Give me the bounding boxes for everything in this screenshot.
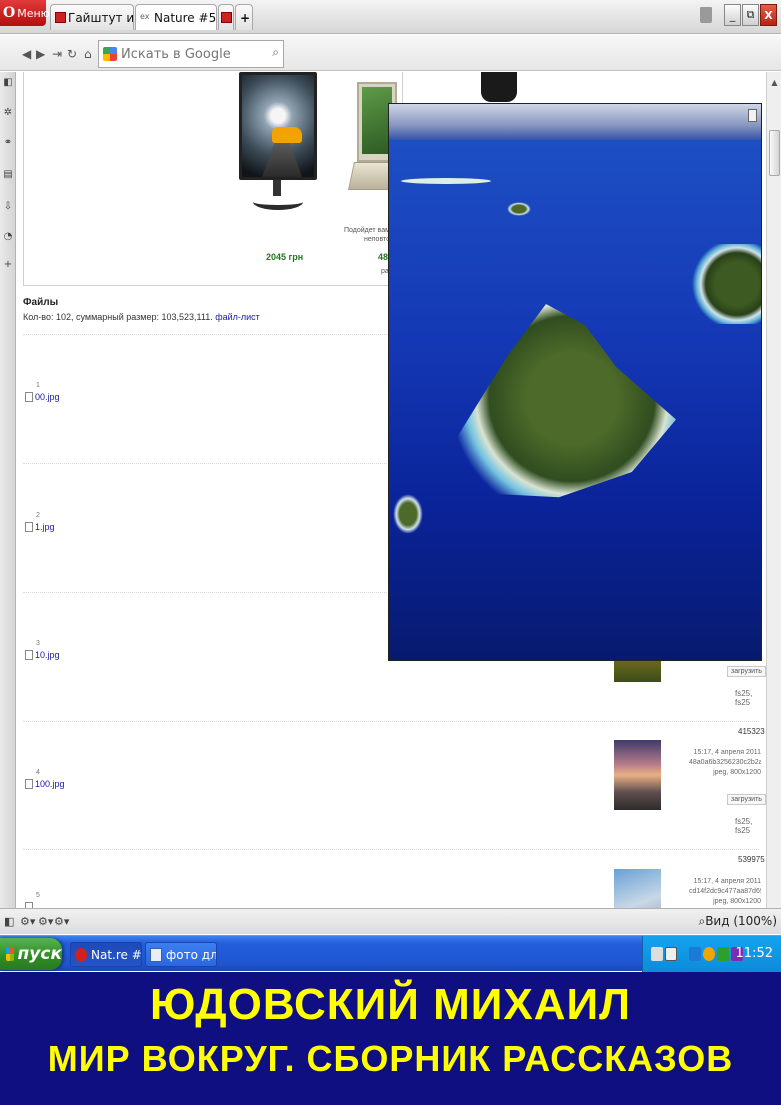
search-input[interactable] [121,46,271,62]
product-image[interactable] [481,72,517,102]
new-tab-button[interactable]: + [235,4,253,30]
scroll-up-icon[interactable]: ▲ [769,76,780,88]
add-panel-icon[interactable]: + [3,258,13,270]
browser-tab-bar: O Меню Гайштут и е... ex Nature #52 ... … [0,0,781,34]
file-tags: fs25, fs25 [735,817,753,835]
image-thumbnail[interactable] [614,740,661,810]
notes-icon[interactable]: ▤ [3,168,13,180]
sky-area [389,104,761,140]
reload-icon[interactable]: ↻ [67,47,77,61]
search-icon[interactable]: ⌕ [272,45,279,60]
file-icon [25,392,33,402]
files-heading: Файлы [23,297,59,308]
file-link[interactable]: 100.jpg [35,779,65,789]
zoom-control[interactable]: ⌕Вид (100%) [698,914,777,929]
files-summary: Кол-во: 102, суммарный размер: 103,523,1… [23,312,260,322]
widgets-icon[interactable]: ✲ [3,106,13,118]
product-price: 2045 грн [266,252,304,262]
image-thumbnail[interactable] [614,869,661,908]
file-link[interactable]: 00.jpg [35,392,60,402]
file-meta: 15:17, 4 апреля 2011 48a0a6b3256230c2b2a… [689,749,761,776]
download-button[interactable]: загрузить [727,794,766,805]
file-link[interactable]: 1.jpg [35,522,55,532]
screen: O Меню Гайштут и е... ex Nature #52 ... … [0,0,781,1105]
back-arrow-icon[interactable]: ◀ [22,47,31,61]
row-separator [23,849,759,850]
title-banner: ЮДОВСКИЙ МИХАИЛ МИР ВОКРУГ. СБОРНИК РАСС… [0,972,781,1105]
banner-author: ЮДОВСКИЙ МИХАИЛ [150,980,631,1029]
opera-menu-button[interactable]: O Меню [0,0,50,26]
start-button[interactable]: пуск [0,938,62,970]
downloads-icon[interactable]: ⇩ [3,200,13,212]
turbo-icon[interactable]: ⚙▾ [20,915,35,928]
tray-app-icon[interactable] [717,947,729,961]
file-tags: fs25, fs25 [735,689,753,707]
zoom-label: Вид (100%) [705,914,777,928]
windows-taskbar: пуск Nat.re #5... фото для ... 11:52 [0,935,781,972]
file-icon [25,650,33,660]
plus-icon: + [240,10,251,25]
tab-nature[interactable]: ex Nature #52 ... x [135,4,217,30]
file-id: 539975 [738,855,765,864]
taskbar-item-opera[interactable]: Nat.re #5... [70,942,142,967]
opera-icon [75,947,87,962]
file-row: 3 10.jpg [25,640,60,660]
settings-icon[interactable]: ⚙▾ [54,915,69,928]
fast-forward-icon[interactable]: ⇥ [52,47,62,61]
document-icon [150,947,162,962]
opera-logo-icon: O [3,5,16,21]
network-icon[interactable] [689,947,701,961]
file-row: 4 100.jpg [25,769,65,789]
history-icon[interactable]: ◔ [3,230,13,242]
file-row: 1 00.jpg [25,382,60,402]
bookmarks-icon[interactable]: ◧ [3,76,13,88]
restore-button[interactable]: ⧉ [742,4,759,26]
right-island [689,244,761,324]
unite-icon[interactable]: ⚭ [3,136,13,148]
images-icon[interactable]: ⚙▾ [38,915,53,928]
opera-tab-icon [55,12,66,23]
google-search-box[interactable]: ⌕ [98,40,284,68]
panel-toggle-icon[interactable]: ◧ [4,915,14,928]
minimize-button[interactable]: _ [724,4,741,26]
tab-gaishtut[interactable]: Гайштут и е... [50,4,134,30]
file-row: 2 1.jpg [25,512,55,532]
forward-arrow-icon[interactable]: ▶ [36,47,45,61]
tab-label: Гайштут и е... [68,10,134,25]
file-list-link[interactable]: файл-лист [215,312,260,322]
windows-flag-icon [6,947,14,961]
tray-app-icon[interactable] [703,947,715,961]
page-scrollbar[interactable]: ▲ [766,72,781,908]
file-link[interactable]: 10.jpg [35,650,60,660]
banner-title: МИР ВОКРУГ. СБОРНИК РАССКАЗОВ [47,1038,734,1079]
system-tray: 11:52 [642,936,781,972]
taskbar-item-word[interactable]: фото для ... [145,942,217,967]
tab-pinned[interactable] [218,4,234,30]
ex-tab-icon: ex [140,12,150,21]
viewer-close-icon[interactable] [748,109,757,122]
opera-side-panel: ◧ ✲ ⚭ ▤ ⇩ ◔ + [0,72,16,908]
monitor-product-image[interactable] [239,72,317,212]
tray-app-icon[interactable] [651,947,663,961]
menu-label: Меню [17,6,50,20]
scrollbar-thumb[interactable] [769,130,780,176]
google-icon [103,47,117,61]
download-button[interactable]: загрузить [727,666,766,677]
image-preview-popup[interactable] [388,103,762,661]
start-label: пуск [17,944,62,964]
browser-status-bar: ◧ ⚙▾ ⚙▾ ⚙▾ ⌕Вид (100%) [0,908,781,934]
file-id: 415323 [738,727,765,736]
file-meta: 15:17, 4 апреля 2011 cd14f2dc9c477aa87d6… [689,878,761,905]
row-separator [23,721,759,722]
file-icon [25,779,33,789]
products-block [23,72,403,286]
close-window-button[interactable]: X [760,4,777,26]
tray-app-icon[interactable] [665,947,677,961]
opera-tab-icon [221,12,232,23]
home-icon[interactable]: ⌂ [84,47,92,61]
tab-label: Nature #52 ... [154,10,217,25]
file-icon [25,522,33,532]
clock: 11:52 [735,946,773,961]
trash-icon[interactable] [700,7,712,23]
